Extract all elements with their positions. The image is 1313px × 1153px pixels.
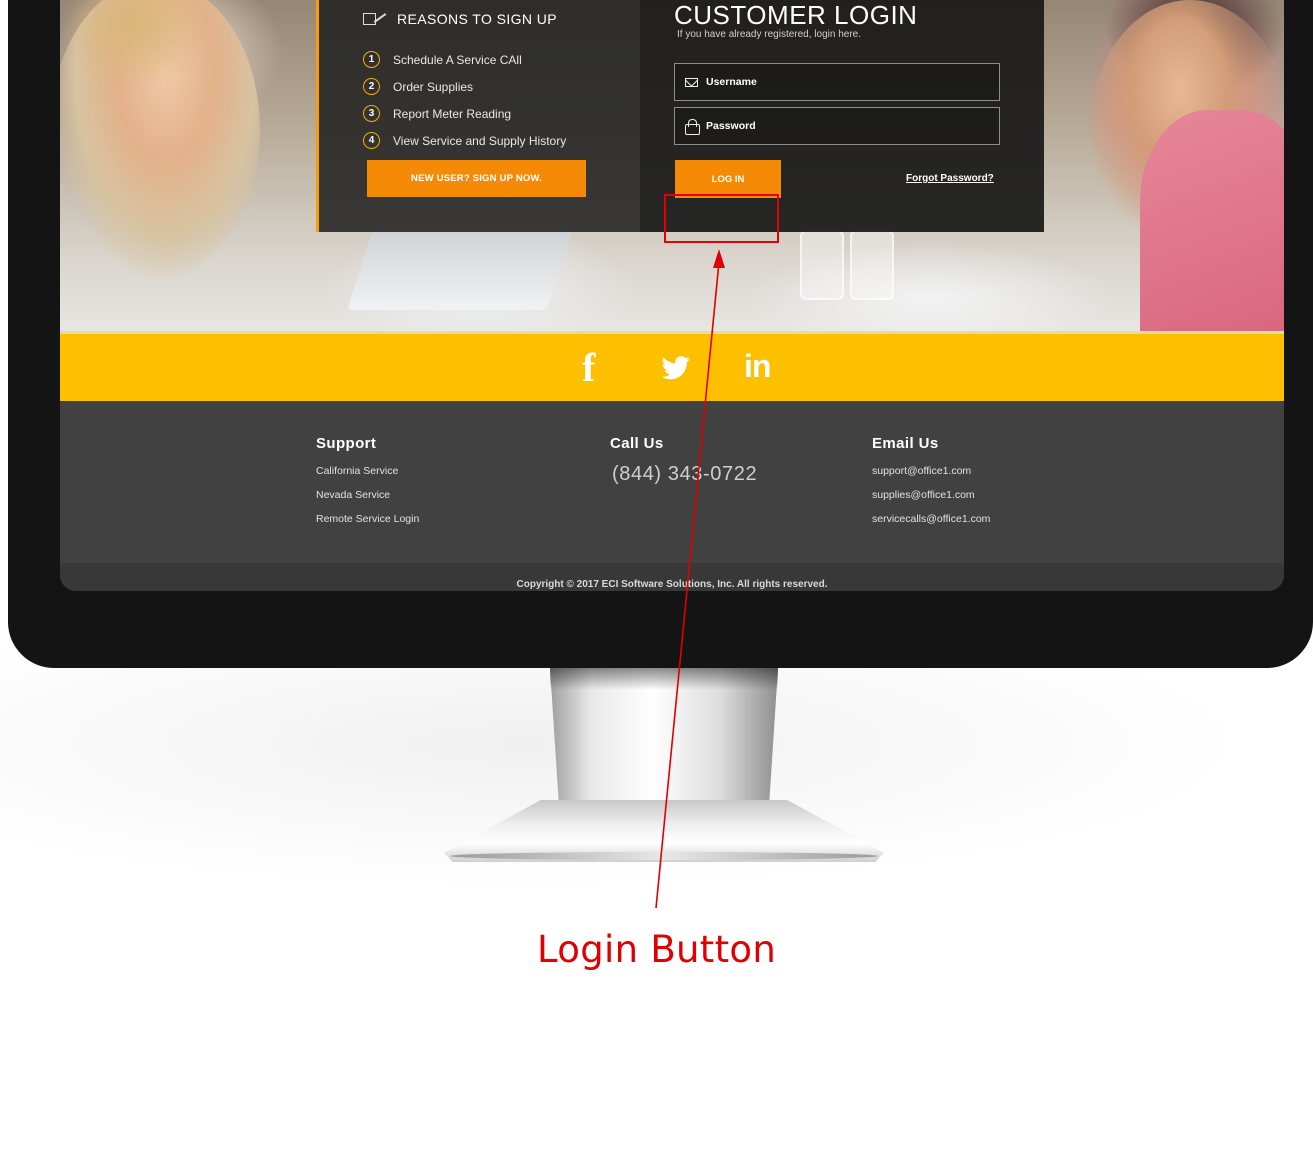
signup-button[interactable]: NEW USER? SIGN UP NOW. — [367, 160, 586, 197]
stage: REASONS TO SIGN UP 1 Schedule A Service … — [0, 0, 1313, 1153]
lock-icon — [685, 119, 700, 135]
footer-call-column: Call Us (844) 343-0722 — [610, 435, 757, 486]
list-item: 2 Order Supplies — [363, 73, 566, 100]
login-button-highlight — [664, 194, 779, 243]
number-3-icon: 3 — [363, 105, 380, 122]
reason-label: View Service and Supply History — [393, 133, 567, 148]
phone-number[interactable]: (844) 343-0722 — [612, 463, 757, 486]
monitor-bezel: REASONS TO SIGN UP 1 Schedule A Service … — [8, 0, 1313, 668]
footer-link-remote-service-login[interactable]: Remote Service Login — [316, 511, 419, 535]
signup-form-icon — [363, 12, 387, 26]
login-button[interactable]: LOG IN — [675, 160, 781, 198]
reason-label: Order Supplies — [393, 79, 474, 94]
photo-glass — [800, 230, 844, 300]
footer-link-nevada-service[interactable]: Nevada Service — [316, 487, 419, 511]
forgot-password-link[interactable]: Forgot Password? — [906, 173, 994, 184]
footer-link-california-service[interactable]: California Service — [316, 463, 419, 487]
list-item: 1 Schedule A Service CAll — [363, 46, 566, 73]
copyright-text: Copyright © 2017 ECI Software Solutions,… — [516, 579, 828, 590]
footer-call-title: Call Us — [610, 435, 664, 452]
password-field[interactable] — [674, 107, 1000, 145]
login-subtitle: If you have already registered, login he… — [677, 29, 861, 40]
monitor-screen: REASONS TO SIGN UP 1 Schedule A Service … — [60, 0, 1284, 591]
footer-email-column: Email Us support@office1.com supplies@of… — [872, 435, 990, 535]
footer-support-column: Support California Service Nevada Servic… — [316, 435, 419, 535]
photo-glass — [850, 230, 894, 300]
password-input[interactable] — [706, 120, 986, 132]
reasons-heading: REASONS TO SIGN UP — [363, 11, 557, 27]
social-bar: f in — [60, 331, 1284, 401]
monitor-neck-shadow — [550, 668, 778, 690]
hero-photo: REASONS TO SIGN UP 1 Schedule A Service … — [60, 0, 1284, 331]
photo-shirt-right — [1140, 110, 1284, 331]
reasons-title: REASONS TO SIGN UP — [397, 11, 557, 27]
facebook-icon[interactable]: f — [582, 344, 595, 391]
list-item: 3 Report Meter Reading — [363, 100, 566, 127]
reason-label: Report Meter Reading — [393, 106, 512, 121]
number-4-icon: 4 — [363, 132, 380, 149]
copyright-bar: Copyright © 2017 ECI Software Solutions,… — [60, 563, 1284, 591]
reasons-list: 1 Schedule A Service CAll 2 Order Suppli… — [363, 46, 566, 154]
photo-laptop — [347, 230, 573, 310]
number-1-icon: 1 — [363, 51, 380, 68]
footer-link-supplies-email[interactable]: supplies@office1.com — [872, 487, 990, 511]
footer-support-title: Support — [316, 435, 377, 452]
reason-label: Schedule A Service CAll — [393, 52, 522, 67]
username-field[interactable] — [674, 63, 1000, 101]
monitor-base-edge — [450, 852, 878, 860]
footer: Support California Service Nevada Servic… — [60, 401, 1284, 563]
twitter-icon[interactable] — [658, 356, 694, 380]
footer-link-support-email[interactable]: support@office1.com — [872, 463, 990, 487]
login-title: CUSTOMER LOGIN — [674, 0, 918, 30]
envelope-icon — [685, 77, 698, 87]
footer-email-title: Email Us — [872, 435, 939, 452]
username-input[interactable] — [706, 76, 986, 88]
number-2-icon: 2 — [363, 78, 380, 95]
reasons-box: REASONS TO SIGN UP 1 Schedule A Service … — [316, 0, 640, 232]
footer-link-servicecalls-email[interactable]: servicecalls@office1.com — [872, 511, 990, 535]
list-item: 4 View Service and Supply History — [363, 127, 566, 154]
annotation-label: Login Button — [537, 928, 777, 971]
linkedin-icon[interactable]: in — [744, 348, 771, 385]
